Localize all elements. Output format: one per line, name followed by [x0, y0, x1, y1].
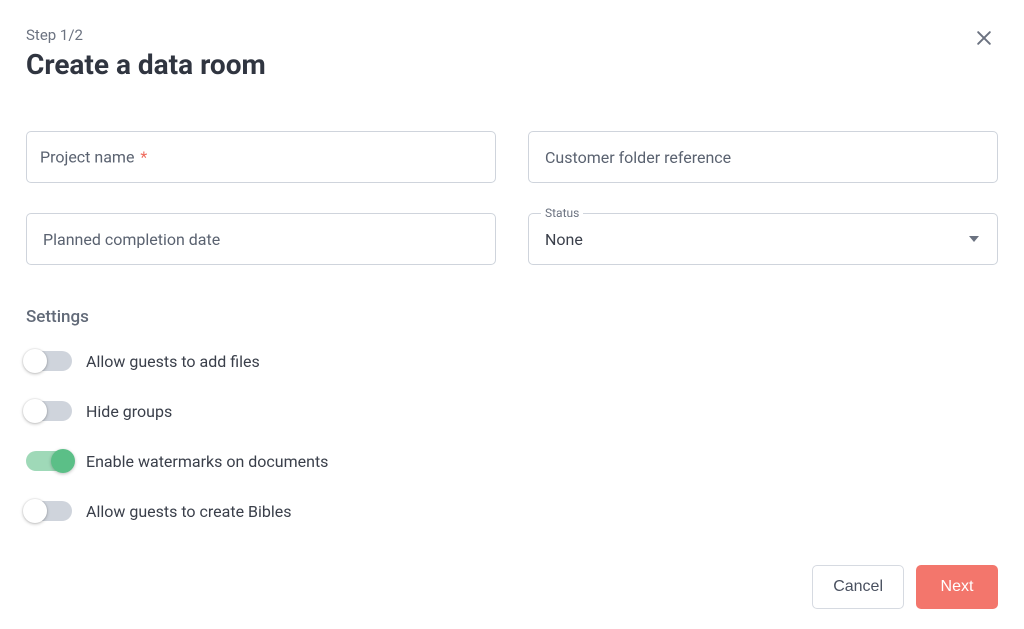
toggle-knob [23, 399, 47, 423]
project-name-input[interactable] [26, 131, 496, 183]
toggle-allow-guests-add-files[interactable] [26, 351, 72, 371]
setting-label: Enable watermarks on documents [86, 452, 328, 471]
toggle-allow-guests-bibles[interactable] [26, 501, 72, 521]
status-value: None [545, 230, 583, 249]
setting-row-allow-guests-add-files: Allow guests to add files [26, 351, 998, 371]
project-name-field-wrapper: Project name * [26, 131, 496, 183]
chevron-down-icon [969, 236, 979, 242]
setting-label: Allow guests to add files [86, 352, 260, 371]
status-select[interactable]: Status None [528, 213, 998, 265]
planned-date-input[interactable] [26, 213, 496, 265]
close-button[interactable] [970, 24, 998, 52]
setting-row-allow-guests-bibles: Allow guests to create Bibles [26, 501, 998, 521]
step-label: Step 1/2 [26, 26, 998, 44]
toggle-knob [51, 449, 75, 473]
toggle-hide-groups[interactable] [26, 401, 72, 421]
setting-label: Allow guests to create Bibles [86, 502, 292, 521]
close-icon [974, 28, 994, 48]
cancel-button[interactable]: Cancel [812, 565, 904, 609]
setting-row-hide-groups: Hide groups [26, 401, 998, 421]
customer-folder-input[interactable] [528, 131, 998, 183]
next-button[interactable]: Next [916, 565, 998, 609]
status-legend: Status [541, 206, 583, 220]
setting-label: Hide groups [86, 402, 172, 421]
toggle-knob [23, 499, 47, 523]
setting-row-enable-watermarks: Enable watermarks on documents [26, 451, 998, 471]
settings-heading: Settings [26, 307, 998, 327]
page-title: Create a data room [26, 48, 998, 81]
toggle-enable-watermarks[interactable] [26, 451, 72, 471]
toggle-knob [23, 349, 47, 373]
customer-folder-field-wrapper [528, 131, 998, 183]
planned-date-field-wrapper [26, 213, 496, 265]
